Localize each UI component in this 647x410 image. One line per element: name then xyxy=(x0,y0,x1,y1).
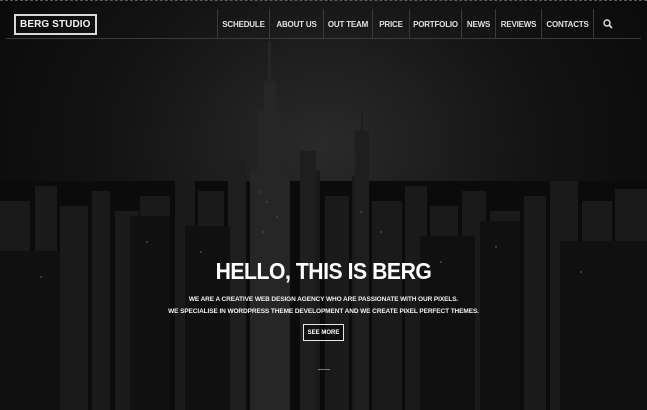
nav-reviews[interactable]: REVIEWS xyxy=(495,9,541,39)
scroll-indicator xyxy=(318,369,330,370)
nav-portfolio[interactable]: PORTFOLIO xyxy=(409,9,461,39)
hero-subtitle-line2: WE SPECIALISE IN WORDPRESS THEME DEVELOP… xyxy=(168,308,479,315)
brand-logo[interactable]: BERG STUDIO xyxy=(14,14,97,35)
nav-price[interactable]: PRICE xyxy=(372,9,409,39)
hero-section: BERG STUDIO SCHEDULE ABOUT US OUT TEAM P… xyxy=(0,0,647,410)
nav-schedule[interactable]: SCHEDULE xyxy=(217,9,269,39)
search-button[interactable] xyxy=(593,9,621,39)
main-menu: SCHEDULE ABOUT US OUT TEAM PRICE PORTFOL… xyxy=(217,9,621,39)
nav-news[interactable]: NEWS xyxy=(461,9,495,39)
nav-out-team[interactable]: OUT TEAM xyxy=(323,9,372,39)
top-navigation: BERG STUDIO SCHEDULE ABOUT US OUT TEAM P… xyxy=(6,9,641,39)
search-icon xyxy=(602,19,613,29)
nav-about-us[interactable]: ABOUT US xyxy=(269,9,323,39)
nav-contacts[interactable]: CONTACTS xyxy=(541,9,593,39)
see-more-button[interactable]: SEE MORE xyxy=(303,324,344,341)
hero-subtitle-line1: WE ARE A CREATIVE WEB DESIGN AGENCY WHO … xyxy=(188,296,459,303)
city-skyline-background xyxy=(0,41,647,410)
hero-title: HELLO, THIS IS BERG xyxy=(215,258,432,284)
